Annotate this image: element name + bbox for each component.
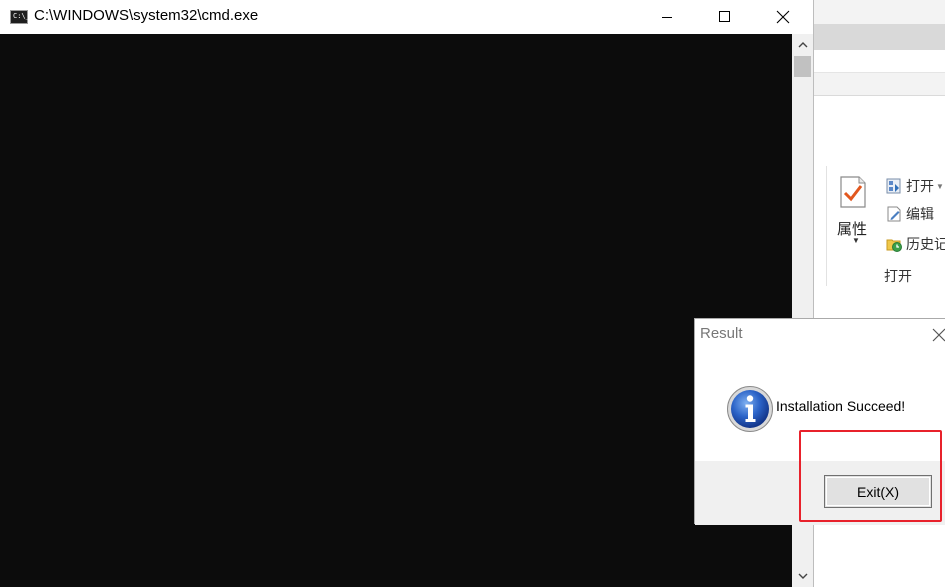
- explorer-tab-bar: [812, 24, 945, 50]
- explorer-ribbon-tabs: [812, 50, 945, 73]
- ribbon-item-edit[interactable]: 编辑: [886, 203, 934, 225]
- open-icon: [886, 178, 901, 194]
- minimize-button[interactable]: [638, 0, 696, 34]
- ribbon-item-history[interactable]: 历史记: [886, 233, 945, 255]
- ribbon-group-label: 打开: [884, 268, 912, 284]
- scroll-down-button[interactable]: [792, 566, 813, 586]
- properties-icon[interactable]: [840, 176, 866, 208]
- ribbon-item-open[interactable]: 打开 ▼: [886, 175, 944, 197]
- maximize-button[interactable]: [696, 0, 754, 34]
- cmd-title-bar[interactable]: C:\_ C:\WINDOWS\system32\cmd.exe: [0, 0, 813, 34]
- scroll-up-button[interactable]: [792, 35, 813, 55]
- properties-dropdown-icon[interactable]: ▼: [852, 236, 860, 245]
- dialog-message: Installation Succeed!: [776, 398, 906, 414]
- cmd-window: C:\_ C:\WINDOWS\system32\cmd.exe: [0, 0, 814, 587]
- ribbon-item-label: 历史记: [906, 236, 945, 252]
- ribbon-item-label: 编辑: [906, 206, 934, 222]
- chevron-down-icon: ▼: [936, 181, 944, 191]
- cmd-icon-text: C:\_: [13, 12, 30, 20]
- chevron-down-icon: [798, 573, 807, 579]
- scrollbar-thumb[interactable]: [794, 56, 811, 77]
- history-icon: [886, 239, 902, 252]
- close-icon[interactable]: [929, 325, 945, 345]
- minimize-icon: [662, 17, 672, 18]
- dialog-title: Result: [700, 325, 743, 342]
- chevron-up-icon: [798, 42, 807, 48]
- edit-icon: [887, 206, 901, 222]
- explorer-spacer: [812, 73, 945, 95]
- cmd-app-icon[interactable]: C:\_: [10, 10, 30, 24]
- info-icon: [727, 386, 773, 432]
- highlight-box: [799, 430, 942, 522]
- ribbon-separator: [826, 166, 827, 286]
- close-icon: [776, 10, 790, 24]
- close-button[interactable]: [754, 0, 812, 34]
- window-title: C:\WINDOWS\system32\cmd.exe: [34, 7, 259, 24]
- explorer-ribbon: 属性 ▼ 打开 ▼ 编辑 历史记 打开: [812, 95, 945, 293]
- maximize-icon: [719, 11, 730, 22]
- ribbon-item-label: 打开: [906, 178, 934, 194]
- console-output[interactable]: [0, 34, 792, 587]
